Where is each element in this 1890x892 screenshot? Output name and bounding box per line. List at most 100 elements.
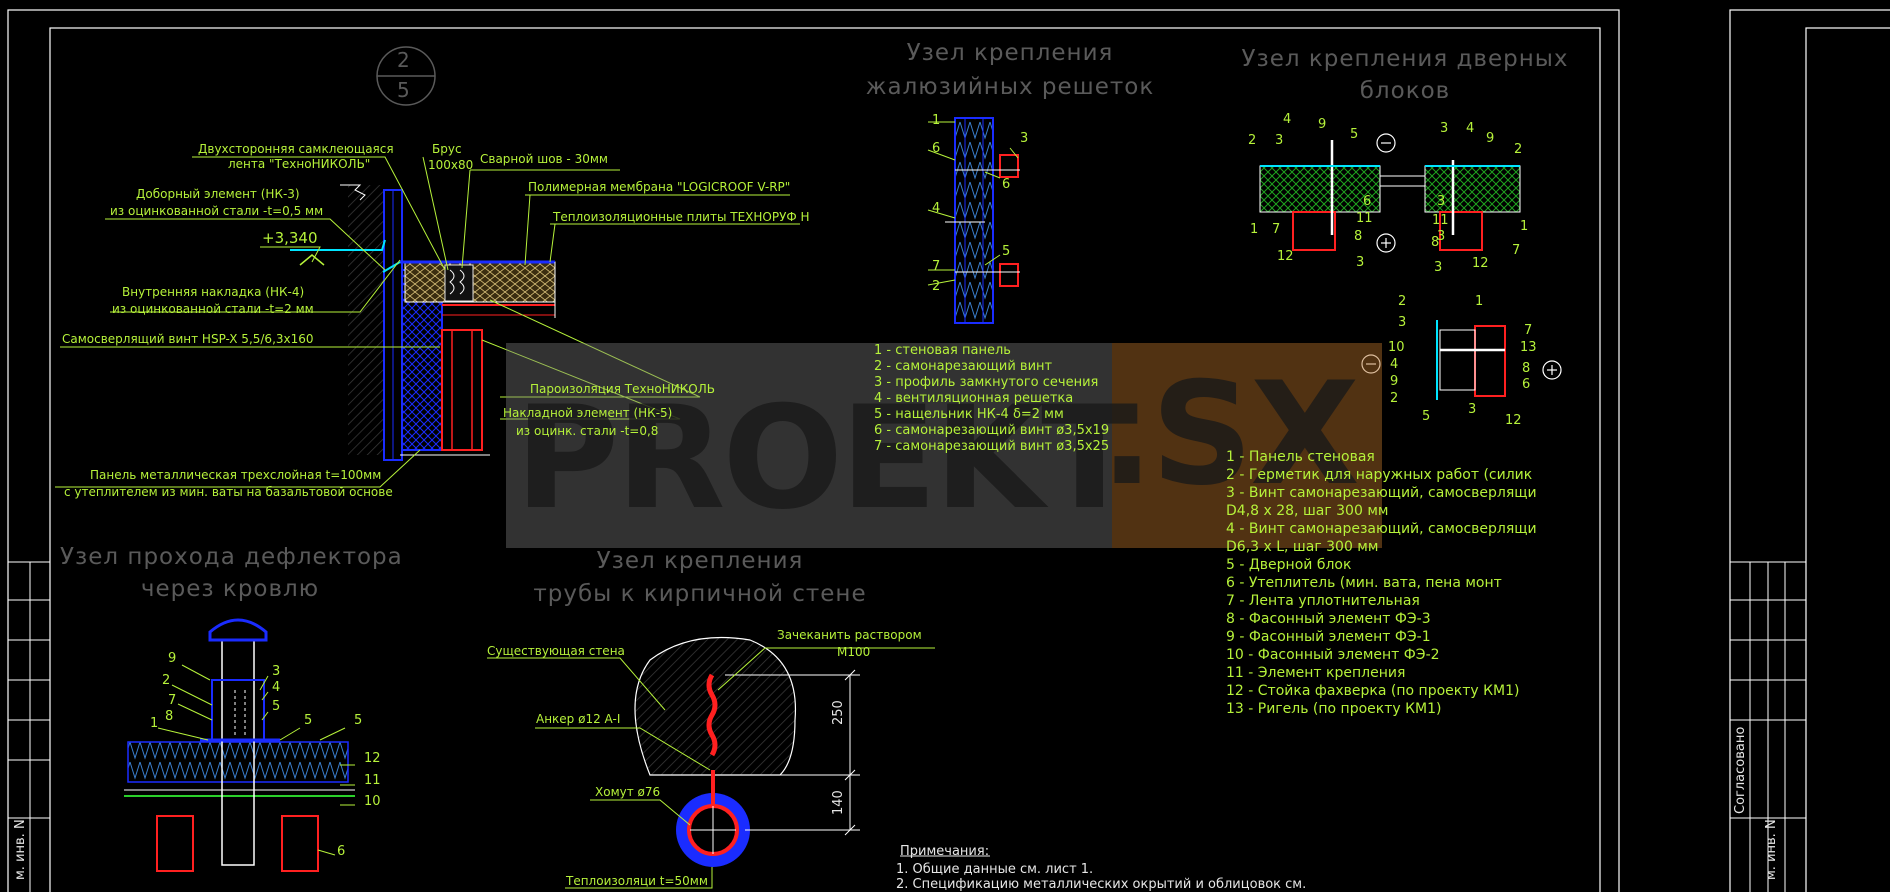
roof-label-membrane: Полимерная мембрана "LOGICROOF V-RP" <box>528 180 791 194</box>
door-callout: 6 <box>1363 194 1372 209</box>
door-callout: 2 <box>1514 142 1523 157</box>
door-legend-item: 12 - Стойка фахверка (по проекту КМ1) <box>1226 683 1520 699</box>
roof-label-screw: Самосверлящий винт HSP-X 5,5/6,3х160 <box>62 332 314 346</box>
door-callout: 12 <box>1277 249 1294 264</box>
louver-title-line-2: жалюзийных решеток <box>865 74 1155 100</box>
pipe-title-line-1: Узел крепления <box>596 548 804 574</box>
door-legend-item: 6 - Утеплитель (мин. вата, пена монт <box>1226 575 1502 591</box>
pipe-title-line-2: трубы к кирпичной стене <box>533 581 867 607</box>
door-bottom-callout: 12 <box>1505 413 1522 428</box>
door-bottom-callout: 7 <box>1524 323 1533 338</box>
deflector-callout: 6 <box>337 844 346 859</box>
notes-heading: Примечания: <box>900 844 990 859</box>
door-bottom-callout: 1 <box>1475 294 1484 309</box>
louver-title-line-1: Узел крепления <box>906 40 1114 66</box>
door-legend-item: 10 - Фасонный элемент ФЭ-2 <box>1226 647 1440 663</box>
deflector-callout: 8 <box>165 709 174 724</box>
pipe-label-insulation: Теплоизоляци t=50мм <box>566 874 708 888</box>
door-callout: 3 <box>1437 194 1446 209</box>
door-bottom-callout: 3 <box>1398 315 1407 330</box>
door-callout: 4 <box>1466 121 1475 136</box>
deflector-callout: 10 <box>364 794 381 809</box>
deflector-callout: 5 <box>304 713 313 728</box>
door-legend-item: 11 - Элемент крепления <box>1226 665 1406 681</box>
roof-label-insulation: Теплоизоляционные плиты ТЕХНОРУФ Н <box>553 210 810 224</box>
door-callout: 3 <box>1440 121 1449 136</box>
door-legend-item: D6,3 x L, шаг 300 мм <box>1226 539 1379 555</box>
roof-label-beam-2: 100х80 <box>428 158 474 172</box>
pipe-label-mortar-1: Зачеканить раствором <box>777 628 922 642</box>
louver-legend-item: 2 - самонарезающий винт <box>874 359 1053 374</box>
door-legend-item: 9 - Фасонный элемент ФЭ-1 <box>1226 629 1431 645</box>
door-callout: 12 <box>1472 256 1489 271</box>
door-bottom-callout: 10 <box>1388 340 1405 355</box>
louver-node-drawing <box>927 117 1020 324</box>
roof-elevation-mark: +3,340 <box>262 229 318 247</box>
roof-label-weld: Сварной шов - 30мм <box>480 152 608 166</box>
deflector-callout: 3 <box>272 664 281 679</box>
notes-item: 2. Спецификацию металлических окрытий и … <box>896 877 1307 892</box>
roof-label-nk5-2: из оцинк. стали -t=0,8 <box>516 424 659 438</box>
door-callout: 11 <box>1356 211 1373 226</box>
deflector-node-drawing <box>124 618 355 872</box>
door-callout: 11 <box>1432 213 1449 228</box>
door-callout: 5 <box>1350 127 1359 142</box>
deflector-callout: 4 <box>272 680 281 695</box>
door-bottom-callout: 6 <box>1522 377 1531 392</box>
door-callout: 1 <box>1250 222 1259 237</box>
roof-label-nk5-1: Накладной элемент (НК-5) <box>503 406 673 420</box>
louver-callout: 7 <box>932 259 941 274</box>
louver-callout: 2 <box>932 279 941 294</box>
roof-label-tape-2: лента "ТехноНИКОЛЬ" <box>228 157 371 171</box>
door-callout: 7 <box>1272 222 1281 237</box>
deflector-callout: 1 <box>150 716 159 731</box>
door-legend-item: 8 - Фасонный элемент ФЭ-3 <box>1226 611 1431 627</box>
roof-label-tape-1: Двухсторонняя самклеющаяся <box>198 142 394 156</box>
door-legend-item: D4,8 x 28, шаг 300 мм <box>1226 503 1389 519</box>
louver-legend-item: 3 - профиль замкнутого сечения <box>874 375 1099 390</box>
deflector-callout: 7 <box>168 693 177 708</box>
door-bottom-callout: 5 <box>1422 409 1431 424</box>
deflector-callout: 9 <box>168 651 177 666</box>
roof-label-beam-1: Брус <box>432 142 462 156</box>
door-callout: 8 <box>1431 235 1440 250</box>
deflector-callout: 5 <box>354 713 363 728</box>
roof-label-panel-1: Панель металлическая трехслойная t=100мм <box>90 468 382 482</box>
door-callout: 7 <box>1512 243 1521 258</box>
roof-label-nk4-1: Внутренняя накладка (НК-4) <box>122 285 305 299</box>
louver-callout: 3 <box>1020 131 1029 146</box>
door-bottom-callout: 2 <box>1390 391 1399 406</box>
louver-callout: 6 <box>1002 177 1011 192</box>
stamp-agreed: Согласовано <box>1733 726 1748 814</box>
door-bottom-callout: 9 <box>1390 374 1399 389</box>
louver-callout: 4 <box>932 201 941 216</box>
door-callout: 3 <box>1434 260 1443 275</box>
door-bottom-callout: 8 <box>1522 361 1531 376</box>
stamp-left-inventory: м. инв. N <box>13 819 28 880</box>
door-legend-item: 4 - Винт самонарезающий, самосверлящи <box>1226 521 1537 537</box>
door-node-drawing-top <box>1259 133 1521 253</box>
door-legend-item: 7 - Лента уплотнительная <box>1226 593 1420 609</box>
louver-legend-item: 1 - стеновая панель <box>874 343 1011 358</box>
roof-label-nk3-1: Доборный элемент (НК-3) <box>136 187 300 201</box>
pipe-dimension-250: 250 <box>831 700 846 725</box>
door-callout: 1 <box>1520 219 1529 234</box>
louver-legend-item: 7 - самонарезающий винт ø3,5х25 <box>874 439 1110 454</box>
door-legend-item: 13 - Ригель (по проекту КМ1) <box>1226 701 1442 717</box>
deflector-callout: 5 <box>272 699 281 714</box>
notes-item: 1. Общие данные см. лист 1. <box>896 862 1094 877</box>
deflector-callout: 2 <box>162 673 171 688</box>
cad-drawing-sheet: PROEKT .SX 2 5 Узел крепления жалюзийных… <box>0 0 1890 892</box>
deflector-title-line-2: через кровлю <box>140 576 320 602</box>
door-callout: 3 <box>1275 133 1284 148</box>
sheet-number-top: 2 <box>397 48 410 72</box>
pipe-label-clamp: Хомут ø76 <box>595 785 661 799</box>
pipe-label-wall: Существующая стена <box>487 644 625 658</box>
door-legend-item: 2 - Герметик для наружных работ (силик <box>1226 467 1533 483</box>
door-callout: 9 <box>1318 117 1327 132</box>
pipe-label-anchor: Анкер ø12 A-I <box>536 712 621 726</box>
door-callout: 4 <box>1283 112 1292 127</box>
door-callout: 8 <box>1354 229 1363 244</box>
door-callout: 2 <box>1248 133 1257 148</box>
pipe-dimension-140: 140 <box>831 790 846 815</box>
